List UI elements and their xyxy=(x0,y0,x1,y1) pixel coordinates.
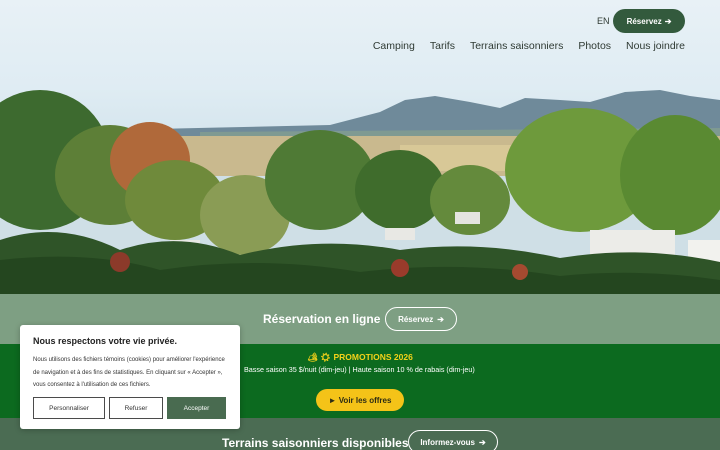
inquire-button[interactable]: Informez-vous ➔ xyxy=(408,430,498,450)
cookie-customize-button[interactable]: Personnaliser xyxy=(33,397,105,419)
nav-item-camping[interactable]: Camping xyxy=(373,40,415,52)
see-offers-button[interactable]: ► Voir les offres xyxy=(316,389,404,411)
promotions-details: Basse saison 35 $/nuit (dim-jeu) | Haute… xyxy=(244,365,475,374)
nav-item-tarifs[interactable]: Tarifs xyxy=(430,40,455,52)
cookie-title: Nous respectons votre vie privée. xyxy=(33,336,178,346)
booking-reserve-button[interactable]: Réservez ➔ xyxy=(385,307,457,331)
cookie-consent-dialog: Nous respectons votre vie privée. Nous u… xyxy=(20,325,240,429)
cookie-accept-button[interactable]: Accepter xyxy=(167,397,226,419)
online-booking-title: Réservation en ligne xyxy=(263,312,381,326)
nav-item-terrains-saisonniers[interactable]: Terrains saisonniers xyxy=(470,40,563,52)
inquire-label: Informez-vous xyxy=(420,437,475,447)
header-reserve-label: Réservez xyxy=(626,16,662,26)
nav-item-photos[interactable]: Photos xyxy=(578,40,611,52)
arrow-right-icon: ➔ xyxy=(664,16,672,26)
language-switch-link[interactable]: EN xyxy=(597,16,610,26)
hero-banner: EN Réservez ➔ Camping Tarifs Terrains sa… xyxy=(0,0,720,294)
arrow-right-icon: ➔ xyxy=(437,314,444,324)
cookie-refuse-button[interactable]: Refuser xyxy=(109,397,163,419)
header-reserve-button[interactable]: Réservez ➔ xyxy=(613,9,685,33)
main-nav: Camping Tarifs Terrains saisonniers Phot… xyxy=(373,40,685,52)
nav-item-nous-joindre[interactable]: Nous joindre xyxy=(626,40,685,52)
booking-reserve-label: Réservez xyxy=(398,314,434,324)
cookie-text: Nous utilisons des fichiers témoins (coo… xyxy=(33,357,225,388)
seasonal-sites-title: Terrains saisonniers disponibles xyxy=(222,436,409,450)
arrow-right-icon: ➔ xyxy=(478,437,486,447)
